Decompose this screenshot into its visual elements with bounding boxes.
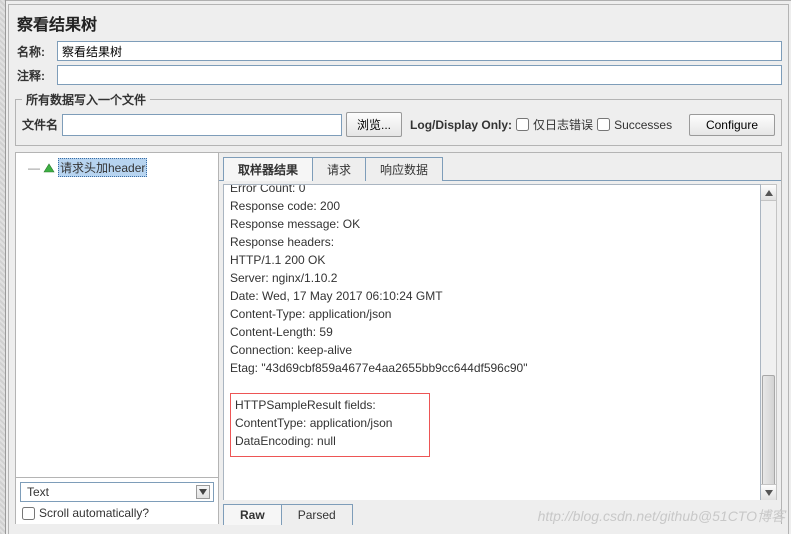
scroll-up-icon[interactable] — [761, 185, 776, 201]
name-label: 名称: — [17, 43, 57, 60]
comment-input[interactable] — [57, 65, 782, 85]
response-line: DataEncoding: null — [235, 432, 425, 450]
response-line: Response headers: — [230, 233, 754, 251]
renderer-value: Text — [27, 485, 49, 499]
response-line: Error Count: 0 — [230, 184, 754, 197]
successes-checkbox[interactable] — [597, 118, 610, 131]
tab-request[interactable]: 请求 — [312, 157, 366, 181]
filename-input[interactable] — [62, 114, 342, 136]
highlight-box: HTTPSampleResult fields: ContentType: ap… — [230, 393, 430, 457]
tree-item[interactable]: — 请求头加header — [18, 157, 216, 178]
response-line: HTTPSampleResult fields: — [235, 396, 425, 414]
comment-label: 注释: — [17, 67, 57, 84]
scroll-thumb[interactable] — [762, 375, 775, 495]
results-tree[interactable]: — 请求头加header — [16, 153, 218, 477]
sub-tabs: Raw Parsed — [219, 500, 781, 524]
vertical-scrollbar[interactable] — [761, 184, 777, 500]
scroll-auto-checkbox[interactable] — [22, 507, 35, 520]
response-line: HTTP/1.1 200 OK — [230, 251, 754, 269]
successes-label: Successes — [614, 118, 672, 132]
configure-button[interactable]: Configure — [689, 114, 775, 136]
tree-item-label: 请求头加header — [58, 158, 147, 177]
response-line: Etag: "43d69cbf859a4677e4aa2655bb9cc644d… — [230, 359, 754, 377]
panel-title: 察看结果树 — [9, 5, 788, 39]
response-line: Content-Type: application/json — [230, 305, 754, 323]
subtab-raw[interactable]: Raw — [223, 504, 282, 525]
scroll-down-icon[interactable] — [761, 484, 776, 500]
chevron-down-icon — [196, 485, 210, 499]
response-line: Response message: OK — [230, 215, 754, 233]
sample-ok-icon — [42, 162, 56, 174]
renderer-combo[interactable]: Text — [20, 482, 214, 502]
scroll-auto-label: Scroll automatically? — [39, 506, 149, 520]
response-line: ContentType: application/json — [235, 414, 425, 432]
response-text[interactable]: Error Count: 0 Response code: 200 Respon… — [223, 184, 761, 500]
response-line: Connection: keep-alive — [230, 341, 754, 359]
errors-only-label: 仅日志错误 — [533, 116, 593, 133]
tab-response-data[interactable]: 响应数据 — [365, 157, 443, 181]
filename-label: 文件名 — [22, 116, 58, 133]
browse-button[interactable]: 浏览... — [346, 112, 402, 137]
response-line: Content-Length: 59 — [230, 323, 754, 341]
response-line: Response code: 200 — [230, 197, 754, 215]
response-line: Server: nginx/1.10.2 — [230, 269, 754, 287]
subtab-parsed[interactable]: Parsed — [281, 504, 353, 525]
name-input[interactable] — [57, 41, 782, 61]
file-group: 所有数据写入一个文件 文件名 浏览... Log/Display Only: 仅… — [15, 91, 782, 146]
errors-only-checkbox[interactable] — [516, 118, 529, 131]
tab-sampler-result[interactable]: 取样器结果 — [223, 157, 313, 181]
tree-toggle-icon: — — [28, 161, 40, 175]
result-tabs: 取样器结果 请求 响应数据 — [219, 153, 781, 181]
logdisplay-label: Log/Display Only: — [410, 118, 512, 132]
file-group-legend: 所有数据写入一个文件 — [22, 91, 150, 108]
response-line: Date: Wed, 17 May 2017 06:10:24 GMT — [230, 287, 754, 305]
